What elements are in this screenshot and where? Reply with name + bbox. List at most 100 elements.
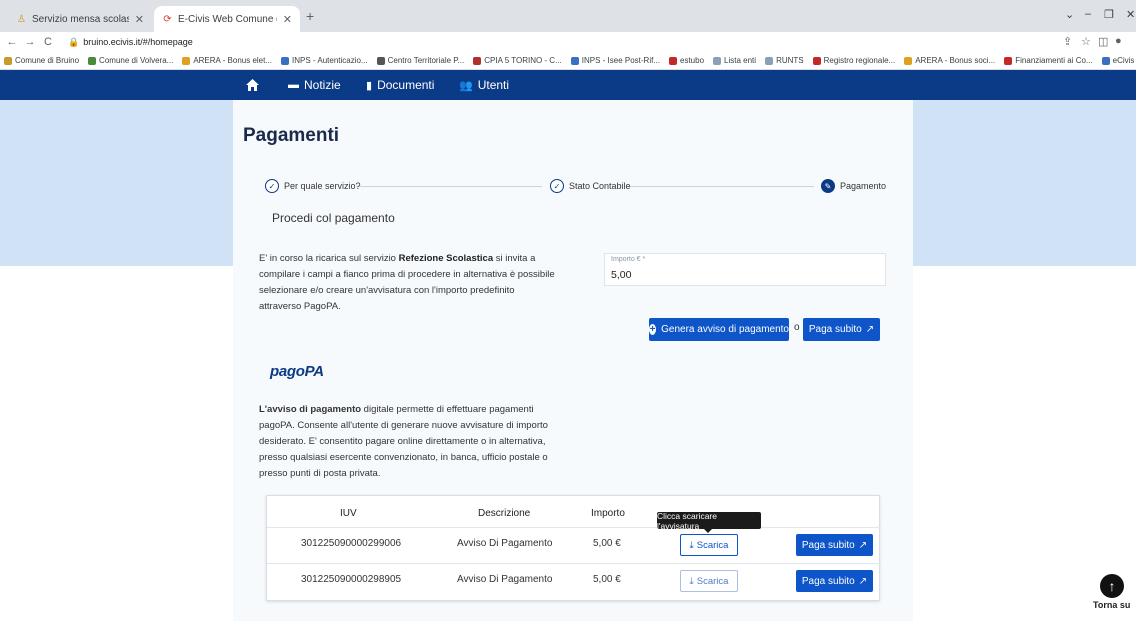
- tab-close-icon[interactable]: ✕: [135, 13, 144, 26]
- intro-text: E' in corso la ricarica sul servizio Ref…: [259, 251, 559, 315]
- or-text: o: [794, 322, 800, 333]
- external-link-icon: ↗: [858, 539, 868, 551]
- nav-notizie[interactable]: ▬ Notizie: [288, 70, 341, 100]
- nav-label: Notizie: [304, 78, 341, 92]
- bookmark-item[interactable]: Comune di Volvera...: [88, 56, 173, 65]
- bookmark-label: Centro Territoriale P...: [387, 56, 465, 65]
- download-button[interactable]: ⤓ Scarica: [680, 570, 738, 592]
- star-icon[interactable]: ☆: [1081, 35, 1091, 48]
- nav-utenti[interactable]: 👥 Utenti: [459, 70, 509, 100]
- nav-label: Documenti: [377, 78, 435, 92]
- bookmark-favicon-icon: [812, 56, 821, 65]
- bookmark-item[interactable]: Registro regionale...: [812, 56, 895, 65]
- step-connector: [628, 186, 814, 187]
- section-heading: Procedi col pagamento: [272, 211, 395, 225]
- back-icon[interactable]: ←: [4, 36, 20, 48]
- bookmark-item[interactable]: CPIA 5 TORINO - C...: [473, 56, 562, 65]
- minimize-icon[interactable]: –: [1085, 8, 1091, 20]
- row-pay-now-button[interactable]: Paga subito ↗: [796, 534, 873, 556]
- cell-importo: 5,00 €: [593, 538, 621, 549]
- cell-descrizione: Avviso Di Pagamento: [457, 538, 553, 549]
- bookmark-favicon-icon: [1101, 56, 1110, 65]
- row-divider: [267, 527, 881, 528]
- download-button[interactable]: ⤓ Scarica: [680, 534, 738, 556]
- desc-rest: digitale permette di effettuare pagament…: [259, 404, 548, 479]
- bookmark-label: ARERA - Bonus soci...: [915, 56, 996, 65]
- download-tooltip: Clicca scaricare l'avvisatura: [657, 511, 761, 531]
- tab-search-icon[interactable]: ⌄: [1065, 8, 1074, 21]
- bookmark-item[interactable]: Comune di Bruino: [4, 56, 79, 65]
- bookmark-favicon-icon: [473, 56, 482, 65]
- bookmark-label: Finanziamenti ai Co...: [1015, 56, 1093, 65]
- forward-icon[interactable]: →: [22, 36, 38, 48]
- bookmark-item[interactable]: ARERA - Bonus soci...: [904, 56, 995, 65]
- tab-close-icon[interactable]: ✕: [283, 13, 292, 26]
- reload-icon[interactable]: C: [40, 36, 56, 48]
- bookmark-item[interactable]: INPS - Isee Post-Rif...: [570, 56, 660, 65]
- sidepanel-icon[interactable]: ◫: [1098, 35, 1108, 48]
- url-text: bruino.ecivis.it/#/homepage: [83, 36, 193, 47]
- tab-favicon-icon: ♙: [17, 13, 26, 25]
- nav-label: Utenti: [477, 78, 510, 92]
- bookmark-item[interactable]: estubo: [669, 56, 704, 65]
- bookmark-favicon-icon: [182, 56, 191, 65]
- download-icon: ⤓: [689, 575, 694, 587]
- cell-iuv: 301225090000298905: [301, 574, 402, 585]
- tab-title: E-Civis Web Comune di Bruino: [178, 13, 277, 25]
- bookmark-favicon-icon: [1004, 56, 1013, 65]
- row-divider: [267, 563, 881, 564]
- cell-importo: 5,00 €: [593, 574, 621, 585]
- bookmark-label: RUNTS: [776, 56, 804, 65]
- nav-documenti[interactable]: ▮ Documenti: [366, 70, 434, 100]
- back-to-top-label[interactable]: Torna su: [1093, 600, 1130, 610]
- button-label: Paga subito: [801, 539, 855, 551]
- arrow-up-icon[interactable]: ↑: [1100, 574, 1124, 598]
- check-icon: ✓: [550, 179, 564, 193]
- bookmarks-bar: Comune di Bruino Comune di Volvera... ARER…: [0, 52, 1136, 70]
- bookmark-favicon-icon: [281, 56, 290, 65]
- bookmark-item[interactable]: RUNTS: [765, 56, 804, 65]
- bookmark-label: CPIA 5 TORINO - C...: [484, 56, 562, 65]
- amount-field[interactable]: Importo € * 5,00: [604, 253, 886, 286]
- bookmark-favicon-icon: [4, 56, 12, 65]
- users-icon: 👥: [459, 79, 473, 92]
- browser-tab-active[interactable]: ⟳ E-Civis Web Comune di Bruino ✕: [154, 6, 300, 32]
- profile-icon[interactable]: ●: [1115, 35, 1122, 47]
- bookmark-favicon-icon: [669, 56, 677, 65]
- browser-tabstrip: ♙ Servizio mensa scolastica, nuovo ✕ ⟳ E…: [0, 0, 1136, 32]
- home-icon[interactable]: [246, 70, 259, 100]
- page-title: Pagamenti: [243, 125, 340, 146]
- lock-icon: 🔒: [68, 36, 80, 47]
- cell-iuv: 301225090000299006: [301, 538, 402, 549]
- bookmark-item[interactable]: Finanziamenti ai Co...: [1004, 56, 1093, 65]
- url-field[interactable]: 🔒 bruino.ecivis.it/#/homepage: [68, 37, 193, 48]
- bookmark-item[interactable]: INPS - Autenticazio...: [281, 56, 368, 65]
- pagopa-logo: pagoPA: [270, 363, 324, 380]
- site-topnav: ▬ Notizie ▮ Documenti 👥 Utenti: [0, 70, 1136, 100]
- bookmark-item[interactable]: ARERA - Bonus elet...: [182, 56, 272, 65]
- bookmark-item[interactable]: Centro Territoriale P...: [376, 56, 465, 65]
- bookmark-label: INPS - Autenticazio...: [292, 56, 368, 65]
- share-icon[interactable]: ⇪: [1063, 35, 1072, 48]
- download-icon: ⤓: [689, 539, 694, 551]
- button-label: Genera avviso di pagamento: [661, 324, 789, 335]
- column-header-iuv: IUV: [340, 508, 357, 519]
- row-pay-now-button[interactable]: Paga subito ↗: [796, 570, 873, 592]
- pencil-icon: ✎: [821, 179, 835, 193]
- browser-tab[interactable]: ♙ Servizio mensa scolastica, nuovo ✕: [8, 6, 152, 32]
- bookmark-item[interactable]: eCivis Solution: [1101, 56, 1136, 65]
- amount-value[interactable]: 5,00: [611, 269, 631, 281]
- notices-table: IUV Descrizione Importo 3012250900002990…: [266, 495, 881, 601]
- column-header-descrizione: Descrizione: [478, 508, 531, 519]
- external-link-icon: ↗: [865, 324, 875, 335]
- pay-now-button[interactable]: Paga subito ↗: [803, 318, 880, 341]
- bookmark-label: estubo: [680, 56, 705, 65]
- column-header-importo: Importo: [591, 508, 625, 519]
- pagopa-description: L'avviso di pagamento digitale permette …: [259, 402, 559, 482]
- bookmark-item[interactable]: Lista enti: [713, 56, 756, 65]
- restore-icon[interactable]: ❐: [1104, 8, 1114, 21]
- close-window-icon[interactable]: ✕: [1126, 8, 1135, 21]
- new-tab-button[interactable]: +: [306, 8, 314, 24]
- generate-notice-button[interactable]: + Genera avviso di pagamento: [649, 318, 789, 341]
- step-label: Per quale servizio?: [284, 181, 361, 191]
